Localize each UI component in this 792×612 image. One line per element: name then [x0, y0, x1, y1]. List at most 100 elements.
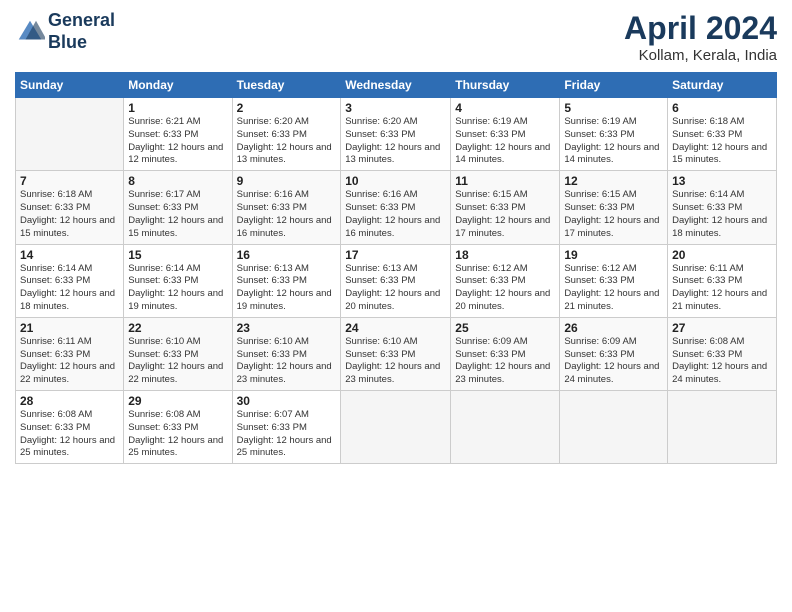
day-info: Sunrise: 6:14 AM Sunset: 6:33 PM Dayligh…: [20, 263, 119, 314]
calendar-cell: 11Sunrise: 6:15 AM Sunset: 6:33 PM Dayli…: [451, 171, 560, 244]
calendar-table: SundayMondayTuesdayWednesdayThursdayFrid…: [15, 72, 777, 464]
day-number: 6: [672, 101, 772, 115]
day-number: 26: [564, 321, 663, 335]
day-number: 8: [128, 174, 227, 188]
calendar-cell: 25Sunrise: 6:09 AM Sunset: 6:33 PM Dayli…: [451, 317, 560, 390]
day-info: Sunrise: 6:08 AM Sunset: 6:33 PM Dayligh…: [128, 409, 227, 460]
day-info: Sunrise: 6:13 AM Sunset: 6:33 PM Dayligh…: [345, 263, 446, 314]
weekday-header-monday: Monday: [124, 73, 232, 98]
calendar-cell: 21Sunrise: 6:11 AM Sunset: 6:33 PM Dayli…: [16, 317, 124, 390]
calendar-cell: 30Sunrise: 6:07 AM Sunset: 6:33 PM Dayli…: [232, 391, 341, 464]
day-number: 3: [345, 101, 446, 115]
day-info: Sunrise: 6:14 AM Sunset: 6:33 PM Dayligh…: [128, 263, 227, 314]
calendar-cell: 19Sunrise: 6:12 AM Sunset: 6:33 PM Dayli…: [560, 244, 668, 317]
day-number: 30: [237, 394, 337, 408]
calendar-cell: 17Sunrise: 6:13 AM Sunset: 6:33 PM Dayli…: [341, 244, 451, 317]
day-number: 15: [128, 248, 227, 262]
day-number: 1: [128, 101, 227, 115]
day-info: Sunrise: 6:12 AM Sunset: 6:33 PM Dayligh…: [455, 263, 555, 314]
day-number: 18: [455, 248, 555, 262]
day-info: Sunrise: 6:07 AM Sunset: 6:33 PM Dayligh…: [237, 409, 337, 460]
day-number: 16: [237, 248, 337, 262]
calendar-cell: 26Sunrise: 6:09 AM Sunset: 6:33 PM Dayli…: [560, 317, 668, 390]
day-info: Sunrise: 6:19 AM Sunset: 6:33 PM Dayligh…: [455, 116, 555, 167]
day-number: 27: [672, 321, 772, 335]
calendar-week-row: 28Sunrise: 6:08 AM Sunset: 6:33 PM Dayli…: [16, 391, 777, 464]
day-number: 2: [237, 101, 337, 115]
day-number: 29: [128, 394, 227, 408]
calendar-cell: 9Sunrise: 6:16 AM Sunset: 6:33 PM Daylig…: [232, 171, 341, 244]
day-number: 23: [237, 321, 337, 335]
weekday-header-friday: Friday: [560, 73, 668, 98]
day-info: Sunrise: 6:13 AM Sunset: 6:33 PM Dayligh…: [237, 263, 337, 314]
page-container: General Blue April 2024 Kollam, Kerala, …: [0, 0, 792, 474]
day-info: Sunrise: 6:20 AM Sunset: 6:33 PM Dayligh…: [237, 116, 337, 167]
calendar-cell: 29Sunrise: 6:08 AM Sunset: 6:33 PM Dayli…: [124, 391, 232, 464]
day-info: Sunrise: 6:15 AM Sunset: 6:33 PM Dayligh…: [564, 189, 663, 240]
day-info: Sunrise: 6:10 AM Sunset: 6:33 PM Dayligh…: [345, 336, 446, 387]
logo-icon: [15, 17, 45, 47]
calendar-cell: 22Sunrise: 6:10 AM Sunset: 6:33 PM Dayli…: [124, 317, 232, 390]
day-info: Sunrise: 6:16 AM Sunset: 6:33 PM Dayligh…: [237, 189, 337, 240]
day-number: 25: [455, 321, 555, 335]
calendar-week-row: 7Sunrise: 6:18 AM Sunset: 6:33 PM Daylig…: [16, 171, 777, 244]
day-info: Sunrise: 6:14 AM Sunset: 6:33 PM Dayligh…: [672, 189, 772, 240]
day-number: 14: [20, 248, 119, 262]
day-info: Sunrise: 6:10 AM Sunset: 6:33 PM Dayligh…: [237, 336, 337, 387]
calendar-cell: 15Sunrise: 6:14 AM Sunset: 6:33 PM Dayli…: [124, 244, 232, 317]
calendar-cell: [16, 98, 124, 171]
calendar-cell: 13Sunrise: 6:14 AM Sunset: 6:33 PM Dayli…: [668, 171, 777, 244]
day-info: Sunrise: 6:11 AM Sunset: 6:33 PM Dayligh…: [20, 336, 119, 387]
day-number: 7: [20, 174, 119, 188]
calendar-cell: 3Sunrise: 6:20 AM Sunset: 6:33 PM Daylig…: [341, 98, 451, 171]
title-section: April 2024 Kollam, Kerala, India: [624, 10, 777, 64]
calendar-cell: [451, 391, 560, 464]
weekday-header-thursday: Thursday: [451, 73, 560, 98]
weekday-header-sunday: Sunday: [16, 73, 124, 98]
day-info: Sunrise: 6:16 AM Sunset: 6:33 PM Dayligh…: [345, 189, 446, 240]
calendar-cell: 2Sunrise: 6:20 AM Sunset: 6:33 PM Daylig…: [232, 98, 341, 171]
logo-text: General Blue: [48, 10, 115, 53]
day-number: 19: [564, 248, 663, 262]
day-number: 21: [20, 321, 119, 335]
calendar-cell: 1Sunrise: 6:21 AM Sunset: 6:33 PM Daylig…: [124, 98, 232, 171]
calendar-cell: 28Sunrise: 6:08 AM Sunset: 6:33 PM Dayli…: [16, 391, 124, 464]
day-number: 11: [455, 174, 555, 188]
calendar-cell: [560, 391, 668, 464]
calendar-cell: 16Sunrise: 6:13 AM Sunset: 6:33 PM Dayli…: [232, 244, 341, 317]
calendar-cell: 6Sunrise: 6:18 AM Sunset: 6:33 PM Daylig…: [668, 98, 777, 171]
day-number: 9: [237, 174, 337, 188]
day-number: 10: [345, 174, 446, 188]
day-number: 13: [672, 174, 772, 188]
calendar-cell: [341, 391, 451, 464]
day-info: Sunrise: 6:08 AM Sunset: 6:33 PM Dayligh…: [20, 409, 119, 460]
logo: General Blue: [15, 10, 115, 53]
day-info: Sunrise: 6:17 AM Sunset: 6:33 PM Dayligh…: [128, 189, 227, 240]
weekday-header-wednesday: Wednesday: [341, 73, 451, 98]
day-info: Sunrise: 6:08 AM Sunset: 6:33 PM Dayligh…: [672, 336, 772, 387]
location: Kollam, Kerala, India: [624, 47, 777, 64]
day-number: 22: [128, 321, 227, 335]
calendar-cell: 24Sunrise: 6:10 AM Sunset: 6:33 PM Dayli…: [341, 317, 451, 390]
day-info: Sunrise: 6:19 AM Sunset: 6:33 PM Dayligh…: [564, 116, 663, 167]
calendar-cell: 18Sunrise: 6:12 AM Sunset: 6:33 PM Dayli…: [451, 244, 560, 317]
day-number: 24: [345, 321, 446, 335]
day-info: Sunrise: 6:10 AM Sunset: 6:33 PM Dayligh…: [128, 336, 227, 387]
day-info: Sunrise: 6:12 AM Sunset: 6:33 PM Dayligh…: [564, 263, 663, 314]
weekday-header-saturday: Saturday: [668, 73, 777, 98]
day-number: 5: [564, 101, 663, 115]
day-info: Sunrise: 6:18 AM Sunset: 6:33 PM Dayligh…: [20, 189, 119, 240]
day-info: Sunrise: 6:21 AM Sunset: 6:33 PM Dayligh…: [128, 116, 227, 167]
calendar-week-row: 21Sunrise: 6:11 AM Sunset: 6:33 PM Dayli…: [16, 317, 777, 390]
day-info: Sunrise: 6:11 AM Sunset: 6:33 PM Dayligh…: [672, 263, 772, 314]
calendar-week-row: 14Sunrise: 6:14 AM Sunset: 6:33 PM Dayli…: [16, 244, 777, 317]
day-number: 4: [455, 101, 555, 115]
day-number: 20: [672, 248, 772, 262]
weekday-header-tuesday: Tuesday: [232, 73, 341, 98]
calendar-cell: 23Sunrise: 6:10 AM Sunset: 6:33 PM Dayli…: [232, 317, 341, 390]
header: General Blue April 2024 Kollam, Kerala, …: [15, 10, 777, 64]
calendar-cell: 7Sunrise: 6:18 AM Sunset: 6:33 PM Daylig…: [16, 171, 124, 244]
calendar-week-row: 1Sunrise: 6:21 AM Sunset: 6:33 PM Daylig…: [16, 98, 777, 171]
month-year: April 2024: [624, 10, 777, 47]
day-number: 12: [564, 174, 663, 188]
